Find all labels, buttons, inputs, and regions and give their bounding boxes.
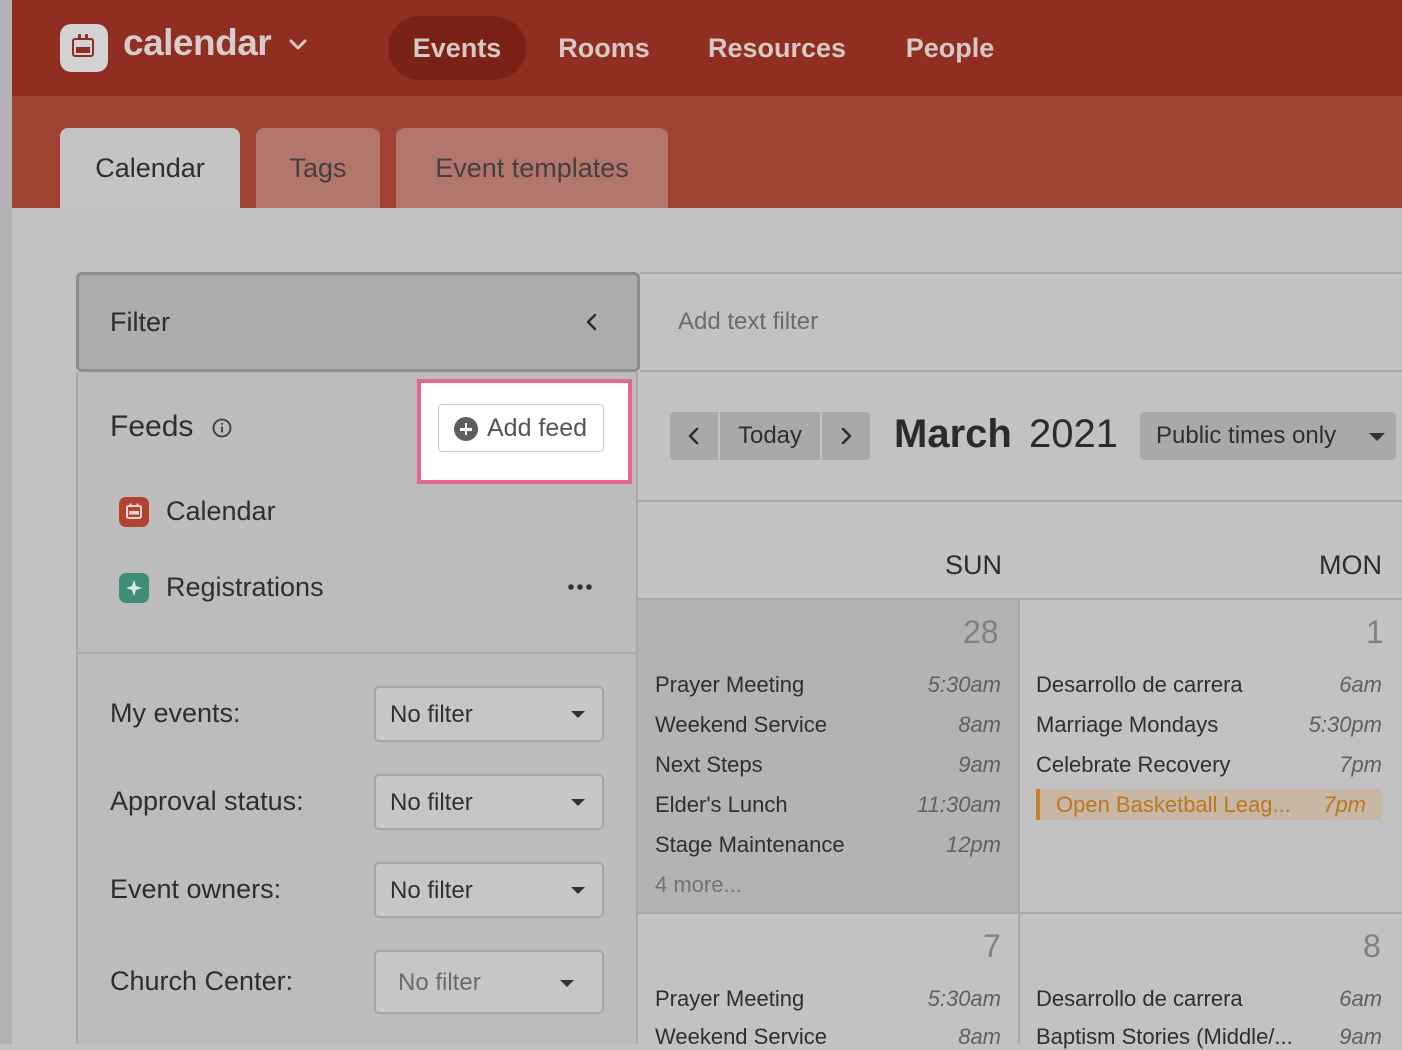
caret-down-icon [560,980,574,987]
event-owners-label: Event owners: [110,874,282,904]
tab-tags[interactable]: Tags [256,128,380,208]
app-name[interactable]: calendar [123,22,272,64]
nav-events[interactable]: Events [388,16,526,80]
prev-month-button[interactable] [670,412,718,460]
church-center-value: No filter [398,969,481,996]
view-select-label: Public times only [1156,422,1337,449]
chevron-left-icon[interactable] [581,311,603,333]
view-select[interactable]: Public times only [1140,412,1396,460]
divider [78,652,636,654]
tab-bar: Calendar Tags Event templates [12,96,1402,208]
calendar-icon [119,497,149,527]
today-label: Today [737,422,803,449]
chevron-down-icon[interactable] [287,34,309,56]
today-button[interactable]: Today [720,412,820,460]
current-year: 2021 [1029,412,1118,456]
top-nav-bar: calendar Events Rooms Resources People [12,0,1402,96]
event-name[interactable]: Weekend Service [655,1024,827,1050]
feed-calendar-label[interactable]: Calendar [166,496,276,527]
event-time: 6am [1339,986,1382,1011]
my-events-label: My events: [110,698,241,728]
event-name[interactable]: Prayer Meeting [655,672,804,698]
caret-down-icon [1369,433,1385,441]
event-owners-value: No filter [390,877,473,904]
chevron-left-icon [688,427,699,445]
event-name[interactable]: Elder's Lunch [655,792,788,818]
event-name: Open Basketball Leag... [1056,792,1291,817]
event-name[interactable]: Next Steps [655,752,763,778]
event-time: 7pm [1339,752,1382,777]
event-time: 12pm [945,832,1001,857]
date-number: 8 [1363,928,1381,964]
event-time: 6am [1339,672,1382,697]
event-time: 7pm [1323,792,1366,817]
feeds-title: Feeds [110,410,194,443]
event-name[interactable]: Baptism Stories (Middle/... [1036,1024,1293,1050]
day-header-mon: MON [1319,550,1382,580]
event-name[interactable]: Stage Maintenance [655,832,845,858]
date-number: 7 [983,928,1001,964]
divider [638,500,1402,502]
plus-circle-icon [454,417,478,441]
chevron-right-icon [841,427,852,445]
tab-event-templates[interactable]: Event templates [396,128,668,208]
event-name[interactable]: Marriage Mondays [1036,712,1218,738]
text-filter-placeholder: Add text filter [678,308,819,335]
event-time: 5:30am [927,672,1001,697]
more-options-icon[interactable] [567,580,595,594]
event-name[interactable]: Desarrollo de carrera [1036,986,1243,1012]
event-owners-select[interactable]: No filter [374,862,604,918]
nav-resources[interactable]: Resources [692,16,862,80]
add-feed-button[interactable]: Add feed [438,404,604,452]
approval-status-label: Approval status: [110,786,304,816]
approval-status-value: No filter [390,789,473,816]
calendar-icon[interactable] [60,24,108,72]
current-month: March [894,412,1012,456]
tab-calendar[interactable]: Calendar [60,128,240,208]
event-time: 8am [958,712,1001,737]
date-number: 1 [1366,614,1384,650]
more-events-link[interactable]: 4 more... [655,872,742,898]
caret-down-icon [571,711,585,718]
add-feed-label: Add feed [487,414,588,442]
day-header-sun: SUN [945,550,1003,580]
event-name[interactable]: Prayer Meeting [655,986,804,1012]
nav-people[interactable]: People [888,16,1012,80]
feed-registrations-label[interactable]: Registrations [166,572,324,603]
event-name[interactable]: Celebrate Recovery [1036,752,1230,778]
approval-status-select[interactable]: No filter [374,774,604,830]
my-events-value: No filter [390,701,473,728]
church-center-label: Church Center: [110,966,294,996]
event-name[interactable]: Desarrollo de carrera [1036,672,1243,698]
highlighted-event[interactable]: Open Basketball Leag... 7pm [1036,789,1382,820]
event-time: 5:30pm [1308,712,1382,737]
filter-title: Filter [110,307,170,337]
next-month-button[interactable] [822,412,870,460]
event-time: 8am [958,1024,1001,1049]
event-time: 5:30am [927,986,1001,1011]
filter-toggle[interactable]: Filter [76,272,640,372]
church-center-select[interactable]: No filter [374,950,604,1014]
event-name[interactable]: Weekend Service [655,712,827,738]
date-number: 28 [963,614,999,650]
window-edge [0,0,12,1044]
nav-rooms[interactable]: Rooms [542,16,666,80]
event-time: 9am [958,752,1001,777]
caret-down-icon [571,887,585,894]
text-filter-input[interactable]: Add text filter [640,272,1402,372]
info-icon[interactable] [212,418,232,438]
event-time: 11:30am [917,792,1001,817]
registrations-icon [119,573,149,603]
caret-down-icon [571,799,585,806]
my-events-select[interactable]: No filter [374,686,604,742]
event-time: 9am [1339,1024,1382,1049]
